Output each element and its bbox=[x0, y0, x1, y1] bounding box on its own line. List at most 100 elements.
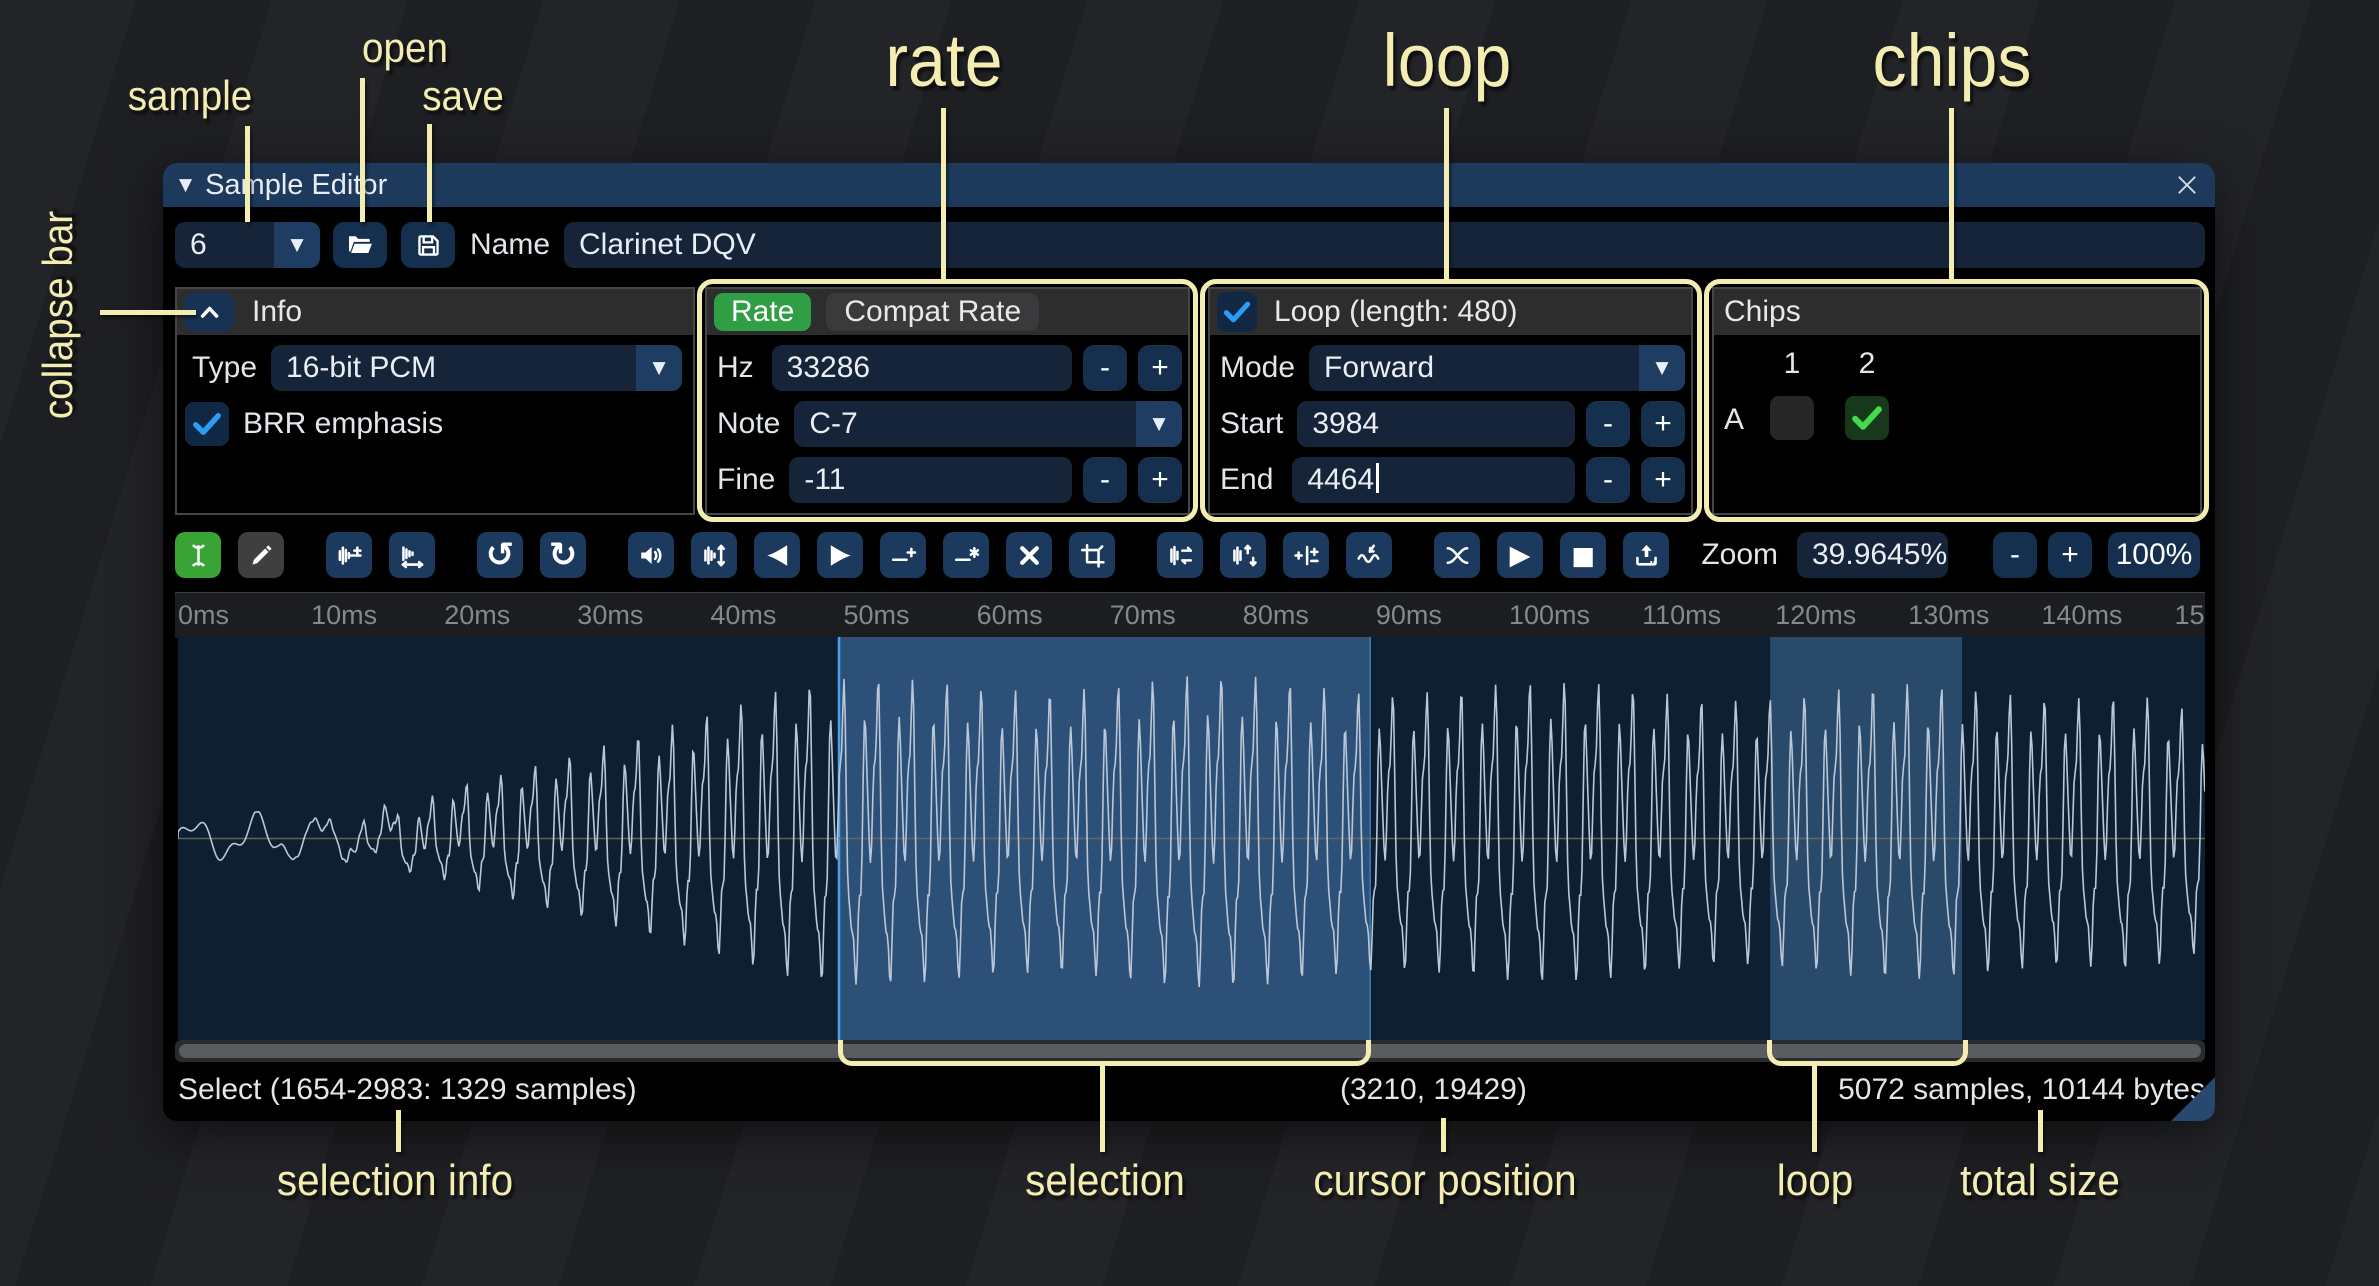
redo-icon: ↻ bbox=[549, 535, 578, 575]
trim-button[interactable] bbox=[1069, 532, 1115, 578]
annotation-line-loop bbox=[1444, 108, 1449, 279]
ruler-tick-label: 90ms bbox=[1376, 600, 1442, 631]
crossfade-button[interactable] bbox=[1434, 532, 1480, 578]
annotation-bracket-selection bbox=[838, 1040, 1371, 1066]
reverse-button[interactable] bbox=[1157, 532, 1203, 578]
ruler-tick-label: 150ms bbox=[2175, 600, 2206, 631]
resize-button[interactable] bbox=[326, 532, 372, 578]
title-bar[interactable]: ▼ Sample Editor bbox=[163, 163, 2215, 207]
wave-reverse-icon bbox=[1166, 541, 1195, 570]
make-instrument-button[interactable] bbox=[1623, 532, 1669, 578]
play-icon: ▶ bbox=[1510, 540, 1531, 571]
upload-icon bbox=[1632, 541, 1661, 570]
sample-number-value[interactable]: 6 bbox=[175, 222, 274, 268]
annotation-loop-bottom: loop bbox=[1777, 1156, 1854, 1206]
sample-name-input[interactable]: Clarinet DQV bbox=[564, 222, 2205, 268]
redo-button[interactable]: ↻ bbox=[540, 532, 586, 578]
sample-type-value[interactable]: 16-bit PCM bbox=[271, 345, 636, 391]
annotation-loop: loop bbox=[1383, 18, 1512, 103]
sample-number-combo[interactable]: 6 ▼ bbox=[175, 222, 320, 268]
sample-toolbar: ↺ ↻ ▶ ■ Zoom 39.9645% - + 100% bbox=[175, 529, 2205, 581]
zoom-label: Zoom bbox=[1701, 538, 1778, 572]
annotation-save: save bbox=[422, 72, 504, 120]
save-sample-button[interactable] bbox=[401, 222, 455, 268]
annotation-line-sample bbox=[245, 126, 250, 222]
type-label: Type bbox=[192, 351, 257, 385]
close-button[interactable] bbox=[2171, 169, 2203, 201]
check-icon bbox=[189, 406, 225, 442]
open-sample-button[interactable] bbox=[333, 222, 387, 268]
draw-mode-button[interactable] bbox=[238, 532, 284, 578]
ruler-tick-label: 80ms bbox=[1243, 600, 1309, 631]
wave-updown-icon bbox=[700, 541, 729, 570]
zoom-reset-button[interactable]: 100% bbox=[2108, 532, 2200, 578]
selection-info-text: Select (1654-2983: 1329 samples) bbox=[178, 1062, 637, 1118]
chevron-down-icon[interactable]: ▼ bbox=[274, 222, 320, 268]
normalize-button[interactable] bbox=[691, 532, 737, 578]
annotation-collapse-bar: collapse bar bbox=[34, 177, 82, 453]
ruler-tick-label: 120ms bbox=[1775, 600, 1856, 631]
close-icon bbox=[2173, 171, 2201, 199]
annotation-line-total-size bbox=[2038, 1110, 2043, 1152]
annotation-line-open bbox=[360, 78, 365, 222]
zoom-input[interactable]: 39.9645% bbox=[1797, 532, 1948, 578]
annotation-chips: chips bbox=[1873, 18, 2032, 103]
undo-icon: ↺ bbox=[486, 535, 515, 575]
status-bar: Select (1654-2983: 1329 samples) (3210, … bbox=[163, 1062, 2215, 1121]
x-icon bbox=[1015, 541, 1044, 570]
sign-icon bbox=[1292, 541, 1321, 570]
ruler-tick-label: 20ms bbox=[444, 600, 510, 631]
sign-button[interactable] bbox=[1283, 532, 1329, 578]
wave-plus-icon bbox=[335, 541, 364, 570]
chevron-down-icon[interactable]: ▼ bbox=[636, 345, 682, 391]
annotation-selection: selection bbox=[1025, 1156, 1185, 1206]
resample-button[interactable] bbox=[389, 532, 435, 578]
folder-open-icon bbox=[345, 230, 375, 260]
silence-plus-icon bbox=[889, 541, 918, 570]
ruler-tick-label: 100ms bbox=[1509, 600, 1590, 631]
waveform-display[interactable] bbox=[178, 637, 2205, 1040]
select-mode-button[interactable] bbox=[175, 532, 221, 578]
zoom-in-button[interactable]: + bbox=[2048, 532, 2092, 578]
annotation-cursor-position: cursor position bbox=[1313, 1156, 1576, 1206]
window-collapse-icon[interactable]: ▼ bbox=[179, 175, 192, 195]
stop-icon: ■ bbox=[1571, 541, 1595, 570]
zoom-out-button[interactable]: - bbox=[1993, 532, 2037, 578]
filter-button[interactable] bbox=[1346, 532, 1392, 578]
cursor-position-text: (3210, 19429) bbox=[1340, 1062, 1527, 1118]
fade-out-button[interactable] bbox=[817, 532, 863, 578]
ruler-tick-label: 70ms bbox=[1110, 600, 1176, 631]
annotation-line-loop-bottom bbox=[1812, 1064, 1817, 1152]
annotation-line-selection-info bbox=[396, 1110, 401, 1152]
wave-invert-icon bbox=[1229, 541, 1258, 570]
delete-button[interactable] bbox=[1006, 532, 1052, 578]
crossfade-icon bbox=[1443, 541, 1472, 570]
brr-emphasis-label: BRR emphasis bbox=[243, 407, 443, 441]
amplify-button[interactable] bbox=[628, 532, 674, 578]
chevron-up-icon bbox=[195, 298, 223, 326]
filter-icon bbox=[1355, 541, 1384, 570]
insert-silence-button[interactable] bbox=[880, 532, 926, 578]
apply-silence-button[interactable] bbox=[943, 532, 989, 578]
brr-emphasis-checkbox[interactable] bbox=[185, 402, 229, 446]
undo-button[interactable]: ↺ bbox=[477, 532, 523, 578]
info-panel-title: Info bbox=[252, 295, 302, 329]
ruler-tick-label: 60ms bbox=[977, 600, 1043, 631]
stop-button[interactable]: ■ bbox=[1560, 532, 1606, 578]
pencil-icon bbox=[247, 541, 276, 570]
annotation-bracket-loop bbox=[1767, 1040, 1968, 1066]
annotation-line-collapse-bar bbox=[100, 310, 196, 315]
resize-grip[interactable] bbox=[2171, 1077, 2215, 1121]
preview-button[interactable]: ▶ bbox=[1497, 532, 1543, 578]
sample-type-dropdown[interactable]: 16-bit PCM ▼ bbox=[271, 345, 682, 391]
annotation-sample: sample bbox=[128, 72, 253, 120]
invert-button[interactable] bbox=[1220, 532, 1266, 578]
annotation-outline-chips bbox=[1704, 279, 2209, 522]
annotation-line-save bbox=[427, 124, 432, 222]
ibeam-icon bbox=[184, 541, 213, 570]
annotation-open: open bbox=[362, 24, 448, 72]
fade-in-button[interactable] bbox=[754, 532, 800, 578]
speaker-icon bbox=[637, 541, 666, 570]
silence-star-icon bbox=[952, 541, 981, 570]
timeline-ruler[interactable]: 0ms10ms20ms30ms40ms50ms60ms70ms80ms90ms1… bbox=[175, 592, 2205, 638]
